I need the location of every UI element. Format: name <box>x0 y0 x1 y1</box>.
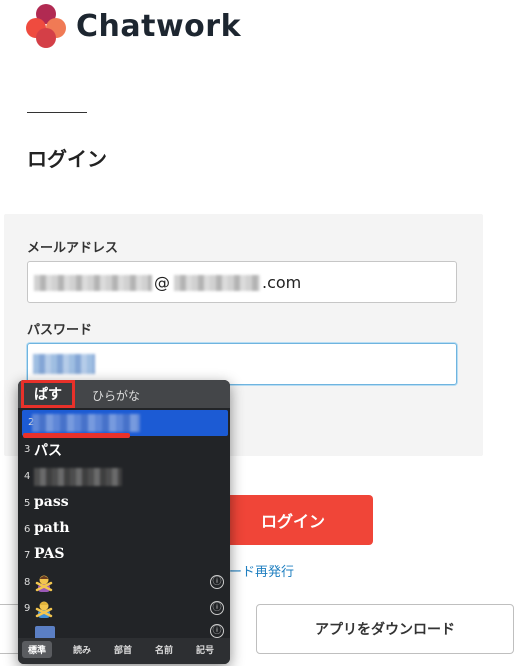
ime-candidate[interactable]: 9 ⓘ <box>18 596 230 622</box>
ime-tab-symbol[interactable]: 記号 <box>196 643 214 656</box>
email-suffix: .com <box>262 273 302 292</box>
title-divider <box>27 112 87 113</box>
password-field[interactable] <box>27 343 457 385</box>
candidate-number: 8 <box>24 577 31 588</box>
ime-candidate[interactable]: 4 <box>18 464 230 490</box>
ime-tab-radical[interactable]: 部首 <box>114 643 132 656</box>
ime-candidate[interactable]: 7 PAS <box>18 543 230 569</box>
redacted-password-composition <box>33 354 95 374</box>
annotation-underline <box>23 433 130 438</box>
candidate-text: pass <box>34 494 69 510</box>
candidate-number: 6 <box>24 524 31 535</box>
ime-candidate[interactable]: 6 path <box>18 517 230 543</box>
ime-candidate[interactable]: 5 pass <box>18 491 230 517</box>
candidate-number: 7 <box>24 550 31 561</box>
ime-tab-bar: 標準 読み 部首 名前 記号 <box>18 638 230 664</box>
candidate-number: 3 <box>24 444 31 455</box>
redacted-email-local <box>34 275 152 291</box>
logo-wordmark: Chatwork <box>76 8 242 44</box>
redacted-email-domain <box>174 275 260 291</box>
redacted-candidate <box>32 414 140 432</box>
person-no-gesture-emoji-icon <box>35 575 53 592</box>
info-icon[interactable]: ⓘ <box>210 575 224 589</box>
ime-header: ぱす ひらがな <box>18 380 230 408</box>
redacted-candidate <box>34 468 122 486</box>
password-label: パスワード <box>27 323 93 338</box>
page-title: ログイン <box>27 147 107 171</box>
candidate-number: 5 <box>24 498 31 509</box>
candidate-number: 9 <box>24 603 31 614</box>
email-label: メールアドレス <box>27 241 119 256</box>
info-icon[interactable]: ⓘ <box>210 624 224 638</box>
password-reissue-link[interactable]: ード再発行 <box>229 561 294 580</box>
email-at: @ <box>154 273 170 292</box>
ime-candidate[interactable]: 8 ⓘ <box>18 570 230 596</box>
candidate-text: path <box>34 520 70 536</box>
candidate-number: 4 <box>24 471 31 482</box>
chatwork-logo-icon <box>26 4 70 48</box>
info-icon[interactable]: ⓘ <box>210 601 224 615</box>
ime-composition-text: ぱす <box>21 380 75 408</box>
ime-candidate-window: ぱす ひらがな 2 3 パス 4 5 pass 6 path 7 PAS 8 ⓘ <box>18 380 230 664</box>
ime-tab-standard[interactable]: 標準 <box>22 641 53 658</box>
email-field[interactable]: @ .com <box>27 261 457 303</box>
candidate-text: パス <box>34 443 62 459</box>
ime-candidate[interactable]: 3 パス <box>18 437 230 463</box>
download-app-button[interactable]: アプリをダウンロード <box>256 604 514 654</box>
person-no-gesture-emoji-icon <box>35 601 53 618</box>
ime-tab-name[interactable]: 名前 <box>155 643 173 656</box>
ime-tab-reading[interactable]: 読み <box>73 643 91 656</box>
ime-mode-label: ひらがな <box>92 389 141 403</box>
candidate-text: PAS <box>34 546 65 562</box>
chatwork-logo: Chatwork <box>26 4 241 48</box>
